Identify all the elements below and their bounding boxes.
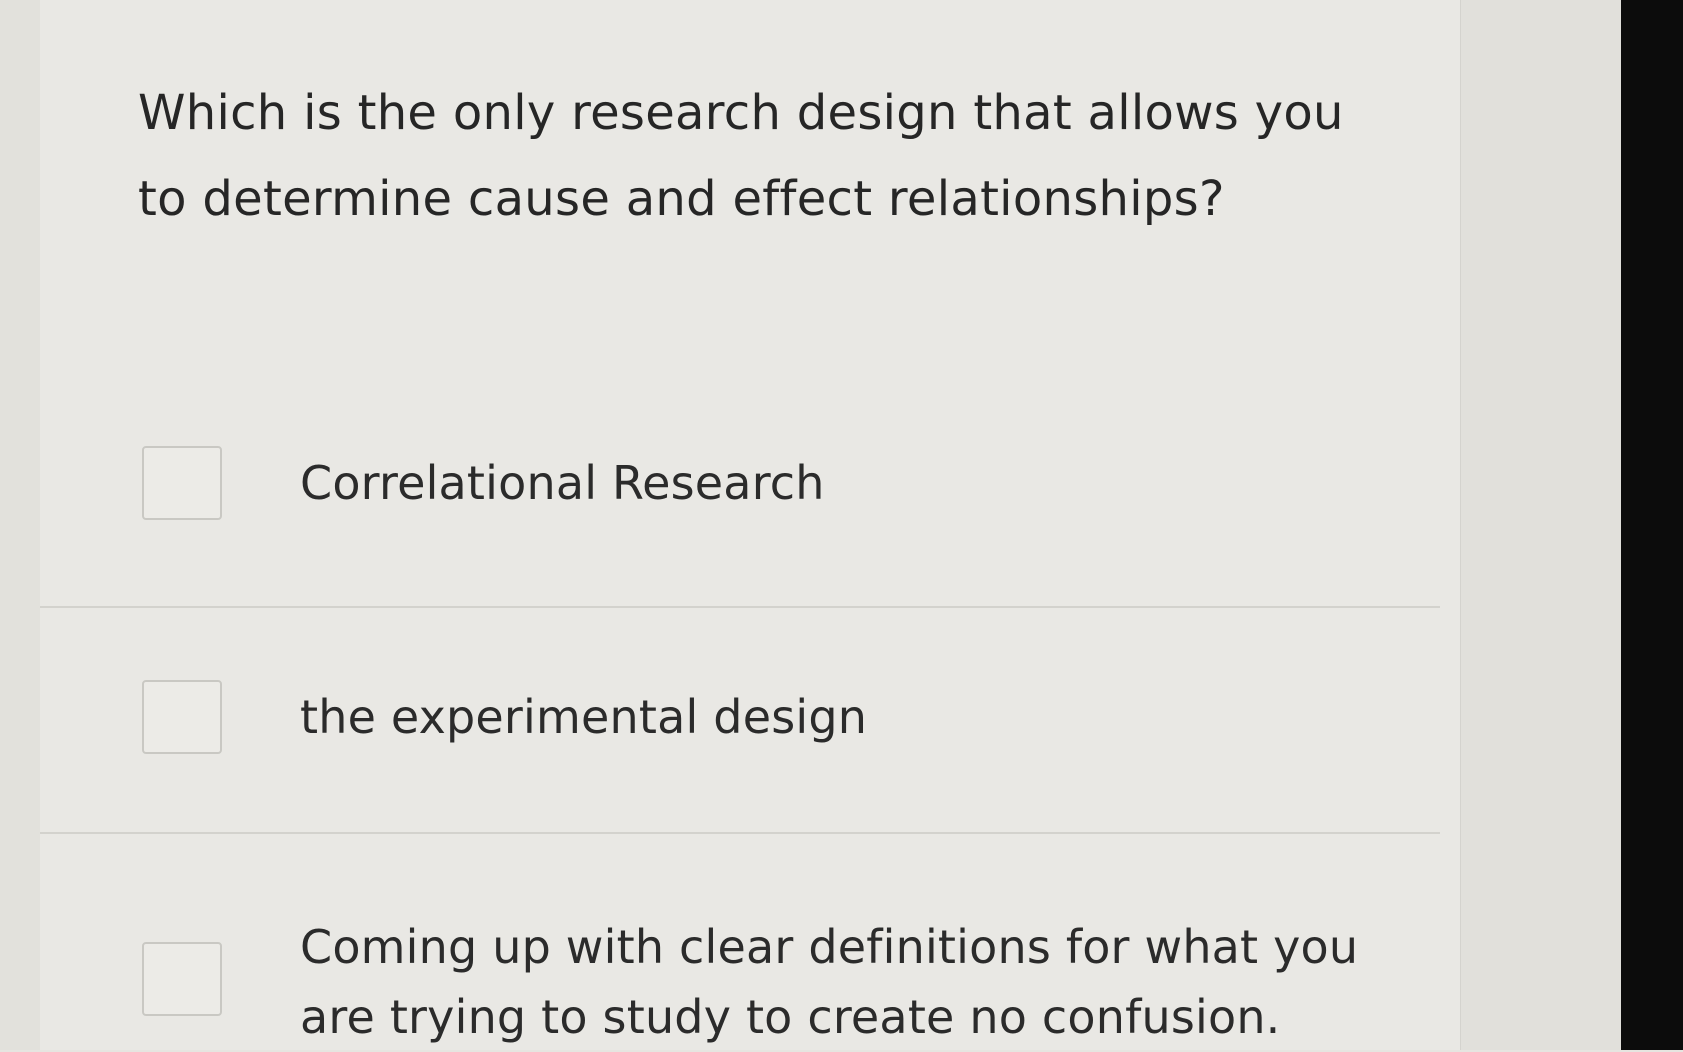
question-card: Which is the only research design that a… [40, 0, 1460, 1050]
monitor-bezel [1621, 0, 1683, 1050]
answer-option-correlational[interactable]: Correlational Research [40, 400, 1440, 606]
option-label[interactable]: Coming up with clear definitions for wha… [300, 912, 1380, 1052]
left-margin [0, 0, 41, 1050]
option-label[interactable]: the experimental design [300, 682, 1380, 752]
answer-option-experimental[interactable]: the experimental design [40, 608, 1440, 832]
checkbox[interactable] [142, 942, 222, 1016]
question-text: Which is the only research design that a… [138, 85, 1344, 227]
answer-option-definitions[interactable]: Coming up with clear definitions for wha… [40, 834, 1440, 1050]
checkbox[interactable] [142, 446, 222, 520]
option-label[interactable]: Correlational Research [300, 448, 1380, 518]
checkbox[interactable] [142, 680, 222, 754]
